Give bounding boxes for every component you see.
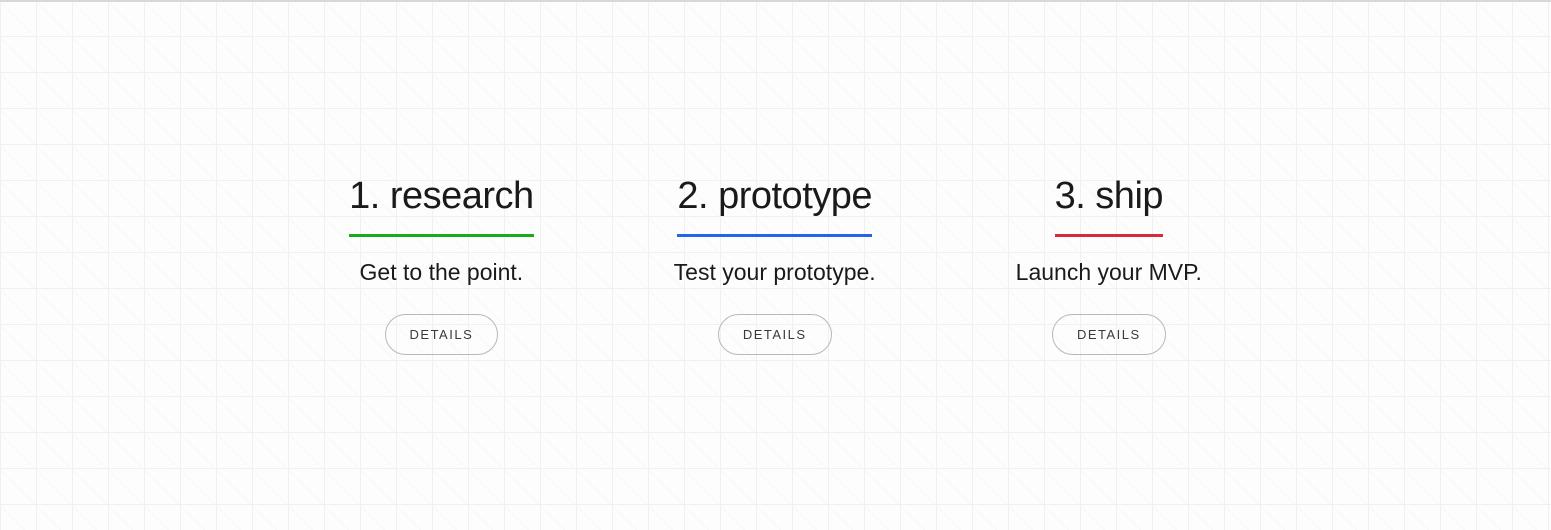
top-border [0, 0, 1551, 2]
step-ship: 3. ship Launch your MVP. DETAILS [1016, 175, 1202, 355]
step-desc-ship: Launch your MVP. [1016, 259, 1202, 286]
step-research: 1. research Get to the point. DETAILS [349, 175, 534, 355]
step-title-prototype: 2. prototype [677, 175, 872, 237]
details-button-prototype[interactable]: DETAILS [718, 314, 832, 355]
details-button-ship[interactable]: DETAILS [1052, 314, 1166, 355]
step-prototype: 2. prototype Test your prototype. DETAIL… [674, 175, 876, 355]
details-button-research[interactable]: DETAILS [385, 314, 499, 355]
step-desc-research: Get to the point. [360, 259, 524, 286]
step-title-ship: 3. ship [1055, 175, 1163, 237]
step-title-research: 1. research [349, 175, 534, 237]
steps-container: 1. research Get to the point. DETAILS 2.… [0, 0, 1551, 530]
step-desc-prototype: Test your prototype. [674, 259, 876, 286]
